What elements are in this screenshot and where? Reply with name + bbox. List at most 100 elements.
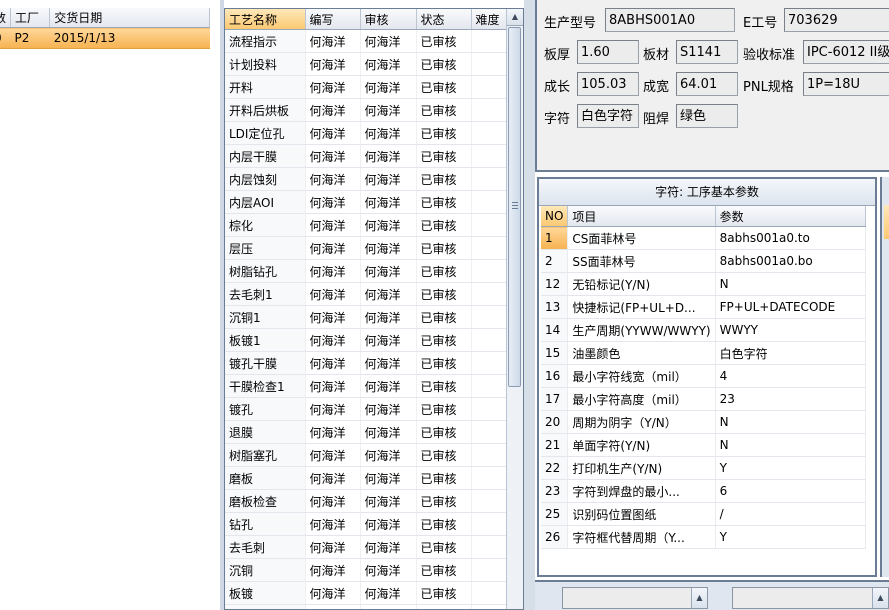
orders-grid[interactable]: 数 工厂 交货日期 0 P2 2015/1/13 [0,0,221,610]
process-cell: 何海洋 [360,397,417,421]
scroll-up-icon[interactable]: ▲ [507,9,523,26]
process-cell: 何海洋 [305,75,361,99]
width-field[interactable]: 64.01 [676,72,738,96]
process-cell [471,190,508,214]
process-cell [471,259,508,283]
params-cell: 8abhs001a0.to [715,226,866,250]
params-row[interactable]: 1 CS面菲林号 8abhs001a0.to [541,226,866,250]
params-cell: 最小字符线宽（mil） [567,364,716,388]
process-cell: 何海洋 [360,75,417,99]
process-row[interactable]: 棕化 何海洋 何海洋 已审核 [225,213,508,237]
e-number-field[interactable]: 703629 [784,8,889,32]
process-cell: 已审核 [416,144,472,168]
process-cell: 干膜检查1 [225,374,306,398]
process-row[interactable]: 磨板检查 何海洋 何海洋 已审核 [225,489,508,513]
params-header-item[interactable]: 项目 [567,206,716,227]
thickness-field[interactable]: 1.60 [577,40,639,64]
params-cell: 6 [715,479,866,503]
triangle-up-icon[interactable]: ▲ [691,588,707,608]
process-row[interactable]: 内层AOI 何海洋 何海洋 已审核 [225,190,508,214]
pnl-field[interactable]: 1P=18U [803,72,889,96]
process-row[interactable]: 沉铜 何海洋 何海洋 已审核 [225,558,508,582]
length-field[interactable]: 105.03 [577,72,639,96]
process-params-panel: 字符: 工序基本参数 NO 项目 参数 1 CS面菲林号 8abhs001a0.to… [537,177,877,577]
params-row[interactable]: 12 无铅标记(Y/N) N [541,272,866,296]
orders-row[interactable]: 0 P2 2015/1/13 [0,27,210,49]
params-header-no[interactable]: NO [541,206,569,227]
bottom-dropdown-left[interactable]: ▲ [562,587,708,609]
orders-header-qty[interactable]: 数 [0,8,12,28]
model-field[interactable]: 8ABHS001A0 [605,8,735,32]
process-cell [471,535,508,559]
process-row[interactable]: 计划投料 何海洋 何海洋 已审核 [225,52,508,76]
bottom-controls: ▲ ▲ [535,580,889,610]
process-row[interactable]: 干膜检查1 何海洋 何海洋 已审核 [225,374,508,398]
params-cell: 4 [715,364,866,388]
process-cell: 已审核 [416,75,472,99]
process-row[interactable]: 流程指示 何海洋 何海洋 已审核 [225,29,508,53]
params-row[interactable]: 14 生产周期(YYWW/WWYY) WWYY [541,318,866,342]
process-grid[interactable]: 工艺名称 编写 审核 状态 难度 流程指示 何海洋 何海洋 已审核 计划投料 何海洋 何海洋… [224,8,524,610]
params-row[interactable]: 15 油墨颜色 白色字符 [541,341,866,365]
process-cell: 何海洋 [360,443,417,467]
triangle-up-icon[interactable]: ▲ [872,588,888,608]
process-header-reviewer[interactable]: 审核 [360,9,417,30]
params-row[interactable]: 2 SS面菲林号 8abhs001a0.bo [541,249,866,273]
params-row[interactable]: 16 最小字符线宽（mil） 4 [541,364,866,388]
process-row[interactable]: 层压 何海洋 何海洋 已审核 [225,236,508,260]
params-row[interactable]: 25 识别码位置图纸 / [541,502,866,526]
scroll-thumb[interactable] [508,27,521,387]
bottom-dropdown-right[interactable]: ▲ [732,587,889,609]
process-cell: 何海洋 [360,535,417,559]
params-header-value[interactable]: 参数 [715,206,866,227]
process-row[interactable]: 镀孔干膜 何海洋 何海洋 已审核 [225,351,508,375]
process-row[interactable]: 退膜 何海洋 何海洋 已审核 [225,420,508,444]
params-row[interactable]: 20 周期为阴字（Y/N） N [541,410,866,434]
process-cell: 何海洋 [360,604,417,609]
params-row[interactable]: 22 打印机生产(Y/N) Y [541,456,866,480]
process-cell: 何海洋 [360,351,417,375]
process-row[interactable]: 去毛刺 何海洋 何海洋 已审核 [225,535,508,559]
process-row[interactable]: 磨板 何海洋 何海洋 已审核 [225,466,508,490]
params-row[interactable]: 23 字符到焊盘的最小... 6 [541,479,866,503]
process-row[interactable]: 镀孔 何海洋 何海洋 已审核 [225,397,508,421]
process-row[interactable]: 树脂钻孔 何海洋 何海洋 已审核 [225,259,508,283]
process-cell: 何海洋 [305,581,361,605]
process-cell: 何海洋 [305,305,361,329]
standard-field[interactable]: IPC-6012 II级 [803,40,889,64]
solder-mask-field[interactable]: 绿色 [676,104,738,128]
splitter[interactable] [524,0,535,610]
process-row[interactable]: 树脂塞孔 何海洋 何海洋 已审核 [225,443,508,467]
process-row[interactable]: 板镀 何海洋 何海洋 已审核 [225,581,508,605]
process-vertical-scrollbar[interactable]: ▲ [506,9,523,609]
process-row[interactable]: 开料 何海洋 何海洋 已审核 [225,75,508,99]
process-row[interactable]: 去毛刺1 何海洋 何海洋 已审核 [225,282,508,306]
process-row[interactable]: 开料后烘板 何海洋 何海洋 已审核 [225,98,508,122]
process-header-status[interactable]: 状态 [416,9,472,30]
params-row[interactable]: 13 快捷标记(FP+UL+D... FP+UL+DATECODE [541,295,866,319]
params-row[interactable]: 26 字符框代替周期（Y... Y [541,525,866,549]
process-cell: 已审核 [416,29,472,53]
process-cell [471,121,508,145]
process-row[interactable]: 外层干膜何海洋何海洋已审核 [225,604,508,609]
process-cell: 何海洋 [360,305,417,329]
char-field[interactable]: 白色字符 [577,104,639,128]
orders-header-delivery-date[interactable]: 交货日期 [49,8,210,28]
orders-header-factory[interactable]: 工厂 [10,8,51,28]
params-cell: 26 [541,525,569,549]
process-row[interactable]: LDI定位孔 何海洋 何海洋 已审核 [225,121,508,145]
process-row[interactable]: 沉铜1 何海洋 何海洋 已审核 [225,305,508,329]
process-row[interactable]: 内层干膜 何海洋 何海洋 已审核 [225,144,508,168]
params-row[interactable]: 17 最小字符高度（mil） 23 [541,387,866,411]
process-cell: 何海洋 [305,328,361,352]
process-cell: 已审核 [416,167,472,191]
process-row[interactable]: 板镀1 何海洋 何海洋 已审核 [225,328,508,352]
process-cell [471,328,508,352]
material-field[interactable]: S1141 [676,40,738,64]
process-header-name[interactable]: 工艺名称 [225,9,306,30]
process-row[interactable]: 钻孔 何海洋 何海洋 已审核 [225,512,508,536]
process-header-difficulty[interactable]: 难度 [471,9,508,30]
process-header-author[interactable]: 编写 [305,9,361,30]
params-row[interactable]: 21 单面字符(Y/N) N [541,433,866,457]
process-row[interactable]: 内层蚀刻 何海洋 何海洋 已审核 [225,167,508,191]
